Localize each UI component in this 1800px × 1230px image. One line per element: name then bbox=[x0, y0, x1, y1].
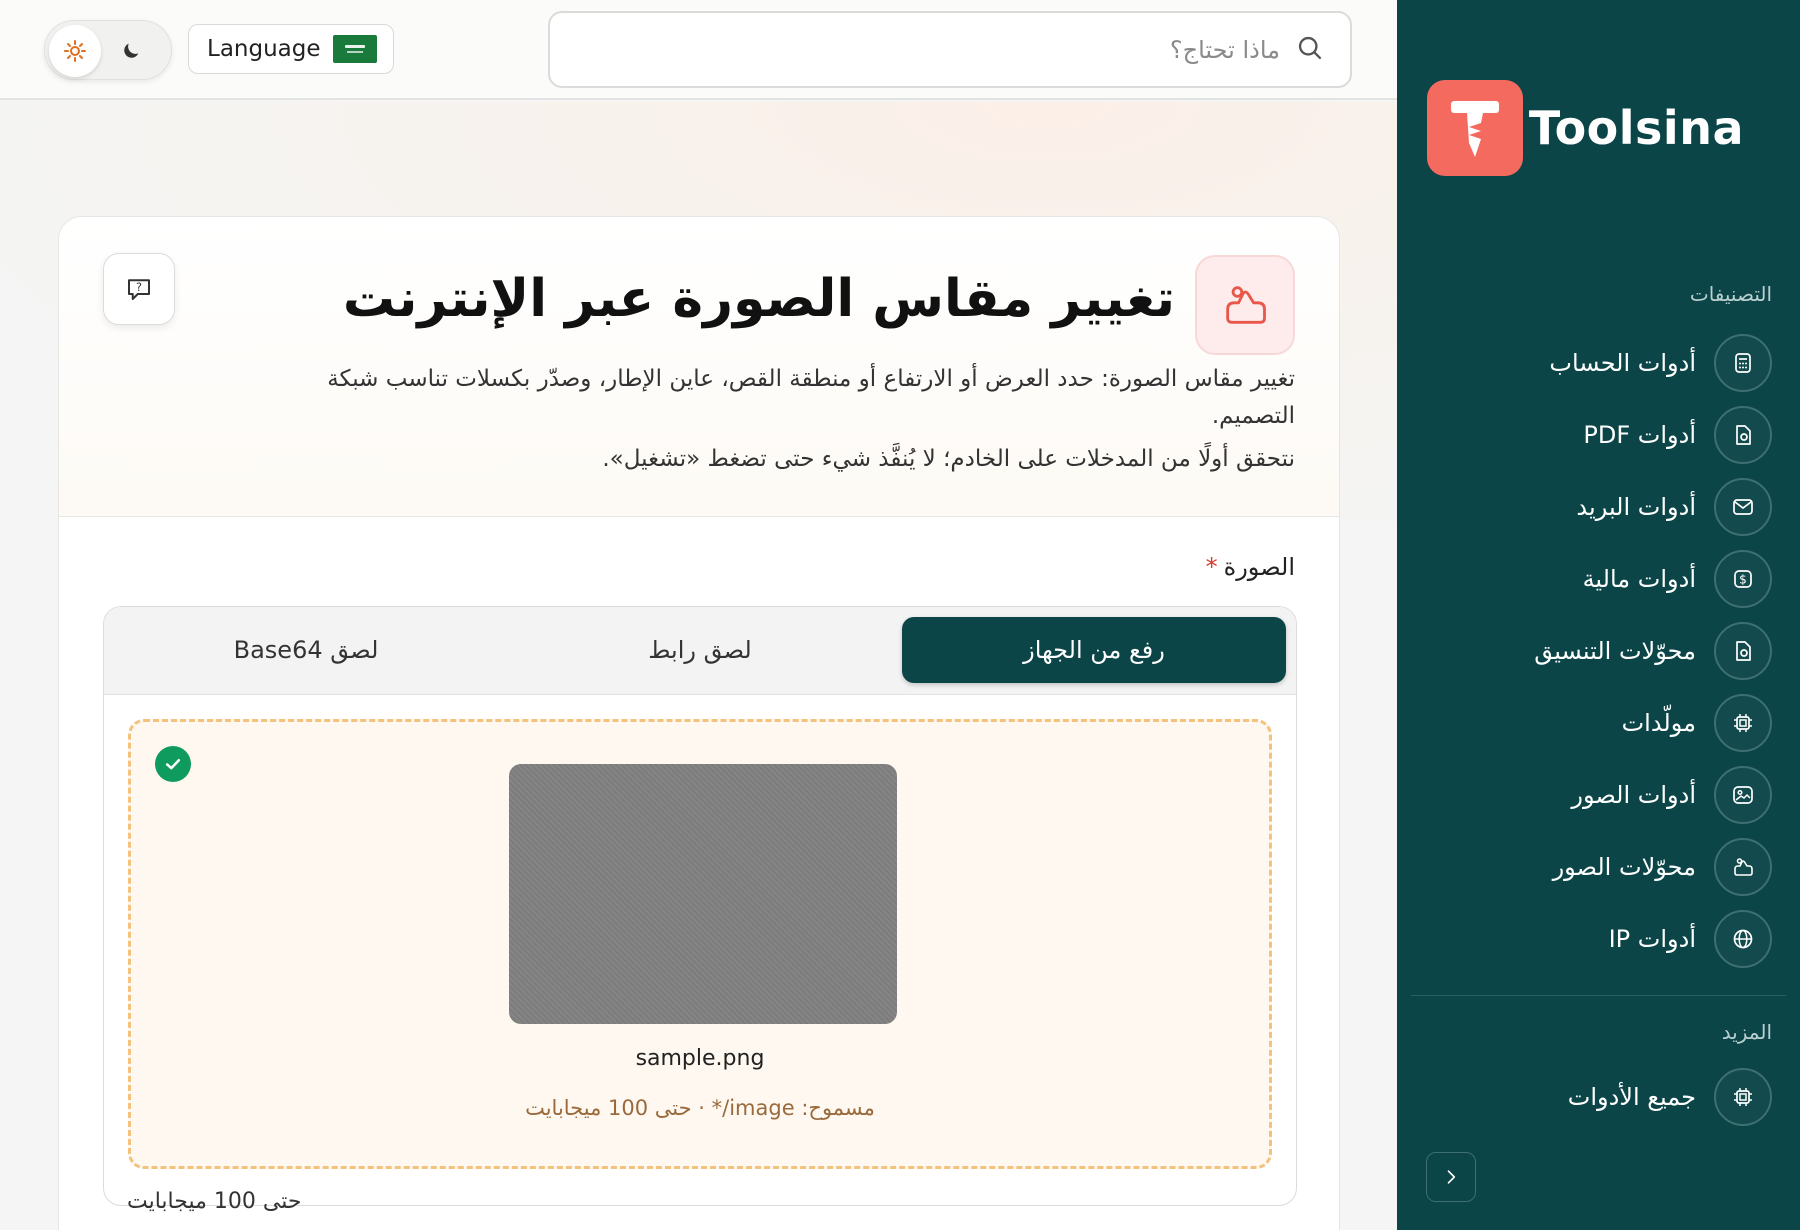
dollar-icon: $ bbox=[1714, 550, 1772, 608]
mail-icon bbox=[1714, 478, 1772, 536]
help-bubble-icon: ? bbox=[128, 279, 150, 300]
tab-upload-device[interactable]: رفع من الجهاز bbox=[902, 617, 1286, 683]
chip-icon bbox=[1714, 694, 1772, 752]
sidebar-item-finance[interactable]: $ أدوات مالية bbox=[1422, 543, 1772, 615]
sidebar-item-all-tools[interactable]: جميع الأدوات bbox=[1422, 1061, 1772, 1133]
category-list: أدوات الحساب أدوات PDF أدوات البريد $ أد… bbox=[1422, 327, 1772, 975]
saudi-flag-icon bbox=[332, 35, 377, 63]
sun-icon[interactable] bbox=[49, 25, 101, 77]
moon-icon[interactable] bbox=[117, 37, 145, 65]
language-label: Language bbox=[207, 36, 321, 62]
sidebar-item-label: مولّدات bbox=[1621, 709, 1696, 737]
input-tabs-panel: رفع من الجهاز لصق رابط لصق Base64 sample… bbox=[103, 606, 1297, 1206]
chevron-right-icon bbox=[1447, 1170, 1456, 1184]
sidebar-item-label: أدوات PDF bbox=[1583, 421, 1696, 449]
tab-paste-url[interactable]: لصق رابط bbox=[508, 617, 892, 683]
sidebar: Toolsina التصنيفات أدوات الحساب أدوات PD… bbox=[1397, 0, 1800, 1230]
logo-icon bbox=[1426, 80, 1523, 176]
image-convert-icon bbox=[1714, 838, 1772, 896]
page-title: تغيير مقاس الصورة عبر الإنترنت bbox=[342, 269, 1175, 329]
image-resize-icon bbox=[1195, 255, 1295, 355]
top-header: Language bbox=[0, 0, 1397, 100]
sidebar-item-ip-tools[interactable]: أدوات IP bbox=[1422, 903, 1772, 975]
language-button[interactable]: Language bbox=[188, 24, 394, 74]
help-button[interactable]: ? bbox=[103, 253, 175, 325]
sidebar-item-label: أدوات مالية bbox=[1582, 565, 1696, 593]
document-icon bbox=[1714, 406, 1772, 464]
calculator-icon bbox=[1714, 334, 1772, 392]
check-icon bbox=[155, 746, 191, 782]
tool-description: تغيير مقاس الصورة: حدد العرض أو الارتفاع… bbox=[327, 366, 1295, 429]
image-icon bbox=[1714, 766, 1772, 824]
theme-toggle[interactable] bbox=[44, 20, 172, 80]
search-input[interactable] bbox=[580, 35, 1280, 64]
tool-card: تغيير مقاس الصورة عبر الإنترنت ? تغيير م… bbox=[58, 216, 1340, 1230]
svg-text:?: ? bbox=[136, 281, 142, 294]
sidebar-item-image-tools[interactable]: أدوات الصور bbox=[1422, 759, 1772, 831]
allowed-types: مسموح: image/* · حتى 100 ميجابايت bbox=[525, 1096, 875, 1120]
tool-header: تغيير مقاس الصورة عبر الإنترنت ? تغيير م… bbox=[59, 217, 1339, 517]
sidebar-item-label: محوّلات التنسيق bbox=[1534, 637, 1696, 665]
sidebar-item-image-converters[interactable]: محوّلات الصور bbox=[1422, 831, 1772, 903]
more-heading: المزيد bbox=[1721, 1020, 1772, 1044]
sidebar-item-generators[interactable]: مولّدات bbox=[1422, 687, 1772, 759]
sidebar-item-label: أدوات الصور bbox=[1571, 781, 1696, 809]
image-field-label: الصورة* bbox=[1205, 553, 1295, 581]
required-mark: * bbox=[1205, 553, 1218, 581]
sidebar-item-label: أدوات البريد bbox=[1576, 493, 1696, 521]
sidebar-item-label: أدوات الحساب bbox=[1549, 349, 1696, 377]
sidebar-item-label: أدوات IP bbox=[1608, 925, 1696, 953]
svg-text:$: $ bbox=[1739, 573, 1747, 587]
brand-name: Toolsina bbox=[1528, 101, 1744, 155]
sidebar-collapse-button[interactable] bbox=[1426, 1152, 1476, 1202]
sidebar-item-calculators[interactable]: أدوات الحساب bbox=[1422, 327, 1772, 399]
chip-icon bbox=[1714, 1068, 1772, 1126]
sidebar-item-label: محوّلات الصور bbox=[1552, 853, 1696, 881]
convert-document-icon bbox=[1714, 622, 1772, 680]
tab-paste-base64[interactable]: لصق Base64 bbox=[114, 617, 498, 683]
file-name: sample.png bbox=[635, 1046, 765, 1071]
search-bar[interactable] bbox=[548, 11, 1352, 88]
sidebar-item-format-converters[interactable]: محوّلات التنسيق bbox=[1422, 615, 1772, 687]
input-tabs: رفع من الجهاز لصق رابط لصق Base64 bbox=[104, 607, 1296, 695]
tool-note: نتحقق أولًا من المدخلات على الخادم؛ لا ي… bbox=[602, 446, 1295, 472]
image-preview bbox=[509, 764, 897, 1024]
globe-icon bbox=[1714, 910, 1772, 968]
sidebar-item-mail[interactable]: أدوات البريد bbox=[1422, 471, 1772, 543]
size-limit-note: حتى 100 ميجابايت bbox=[127, 1189, 302, 1214]
sidebar-item-pdf[interactable]: أدوات PDF bbox=[1422, 399, 1772, 471]
file-dropzone[interactable]: sample.png مسموح: image/* · حتى 100 ميجا… bbox=[128, 719, 1272, 1169]
more-list: جميع الأدوات bbox=[1422, 1061, 1772, 1133]
sidebar-item-label: جميع الأدوات bbox=[1567, 1083, 1696, 1111]
sidebar-divider bbox=[1411, 995, 1786, 996]
search-icon[interactable] bbox=[1296, 34, 1324, 66]
categories-heading: التصنيفات bbox=[1689, 282, 1772, 306]
brand-logo[interactable]: Toolsina bbox=[1426, 80, 1744, 176]
